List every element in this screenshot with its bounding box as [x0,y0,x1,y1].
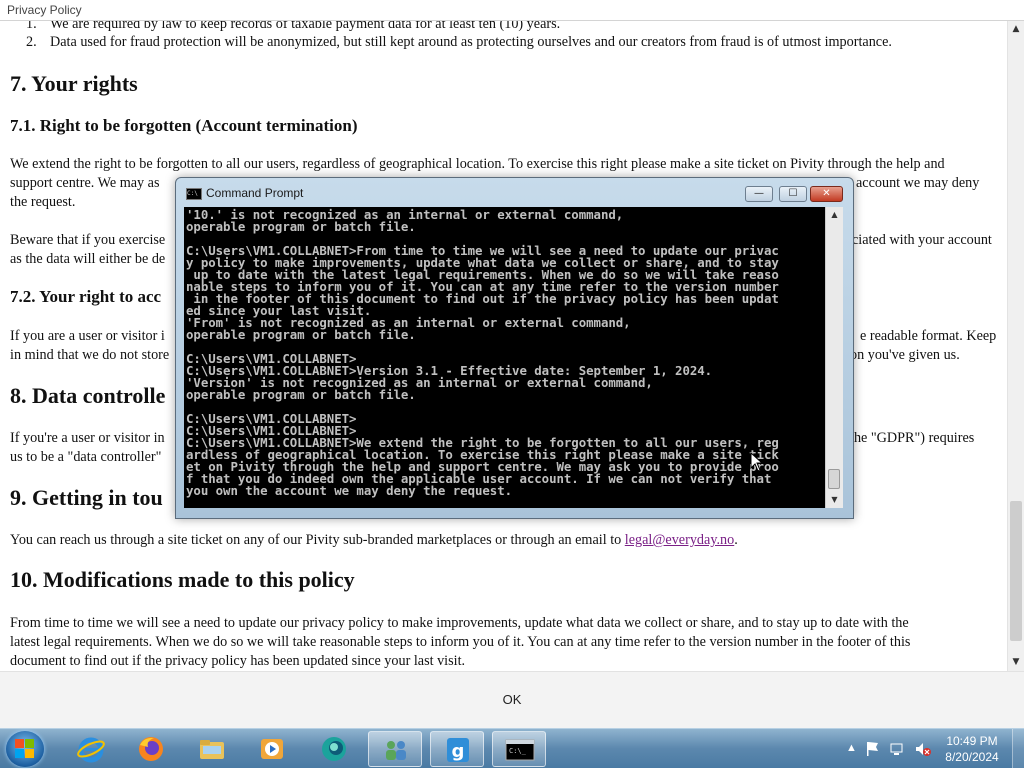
dialog-button-bar: OK [0,671,1024,728]
clock-date[interactable]: 8/20/2024 [944,750,1000,764]
paragraph-line: ciated with your account [852,232,992,248]
minimize-button[interactable]: — [745,186,773,202]
scroll-thumb[interactable] [1010,501,1022,641]
folder-icon [200,740,224,759]
show-desktop-button[interactable] [1012,729,1024,769]
scroll-thumb[interactable] [828,469,840,489]
taskbar: g C:\_ ▲ 10:49 PM 8/20/2024 [0,728,1024,769]
document-scrollbar[interactable]: ▲ ▼ [1007,21,1024,671]
clock-time[interactable]: 10:49 PM [944,734,1000,748]
svg-text:g: g [452,741,465,762]
dialog-titlebar: Privacy Policy [0,0,1024,21]
scroll-up-arrow-icon[interactable]: ▲ [1008,21,1024,38]
taskbar-file-explorer[interactable] [185,731,239,767]
paragraph-line: on you've given us. [850,347,960,363]
svg-text:C:\_: C:\_ [509,747,527,755]
users-gear-icon [386,741,406,760]
system-tray: ▲ 10:49 PM 8/20/2024 [840,729,1024,769]
firefox-icon [139,737,163,761]
action-center-flag-icon[interactable] [866,741,880,757]
paragraph-line: From time to time we will see a need to … [10,615,909,631]
paragraph-contact: You can reach us through a site ticket o… [10,532,738,548]
paragraph-line: account we may deny [856,175,980,191]
g-app-icon: g [447,738,469,762]
heading-your-rights: 7. Your rights [10,71,138,96]
paragraph-line: latest legal requirements. When we do so… [10,634,911,650]
heading-modifications: 10. Modifications made to this policy [10,567,355,592]
chat-bubble-icon [322,737,346,761]
list-item: 2. Data used for fraud protection will be… [26,34,892,50]
taskbar-chat-app[interactable] [308,731,362,767]
taskbar-media-player[interactable] [245,731,299,767]
close-button[interactable]: ✕ [810,186,843,202]
console-scrollbar[interactable]: ▲ ▼ [825,207,843,508]
heading-getting-in-touch: 9. Getting in tou [10,485,163,510]
dialog-title: Privacy Policy [7,3,82,17]
paragraph-line: We extend the right to be forgotten to a… [10,156,945,172]
console-text: '10.' is not recognized as an internal o… [186,207,779,498]
heading-data-controller: 8. Data controlle [10,383,166,408]
scroll-down-arrow-icon[interactable]: ▼ [826,492,843,508]
volume-muted-icon[interactable] [914,741,932,757]
heading-right-to-access: 7.2. Your right to acc [10,287,162,306]
command-prompt-icon: C:\ [186,188,202,200]
taskbar-firefox[interactable] [124,731,178,767]
media-player-icon [261,739,283,759]
ok-button[interactable]: OK [472,689,552,711]
scroll-up-arrow-icon[interactable]: ▲ [826,207,843,223]
internet-explorer-icon [77,737,105,763]
scroll-down-arrow-icon[interactable]: ▼ [1008,654,1024,671]
network-icon[interactable] [890,741,906,757]
taskbar-command-prompt[interactable]: C:\_ [492,731,546,767]
start-button[interactable] [6,731,44,767]
paragraph-line: e readable format. Keep [860,328,997,344]
command-prompt-title: Command Prompt [206,186,304,200]
paragraph-line: document to find out if the privacy poli… [10,653,466,669]
heading-right-to-be-forgotten: 7.1. Right to be forgotten (Account term… [10,116,358,135]
paragraph-line: the "GDPR") requires [850,430,975,446]
show-hidden-icons-icon[interactable]: ▲ [846,742,857,754]
command-prompt-icon: C:\_ [505,739,535,761]
taskbar-g-app[interactable]: g [430,731,484,767]
console-output[interactable]: '10.' is not recognized as an internal o… [184,207,825,508]
maximize-button[interactable]: ☐ [779,186,807,202]
taskbar-control-panel[interactable] [368,731,422,767]
taskbar-internet-explorer[interactable] [64,731,118,767]
email-link[interactable]: legal@everyday.no [625,532,734,548]
